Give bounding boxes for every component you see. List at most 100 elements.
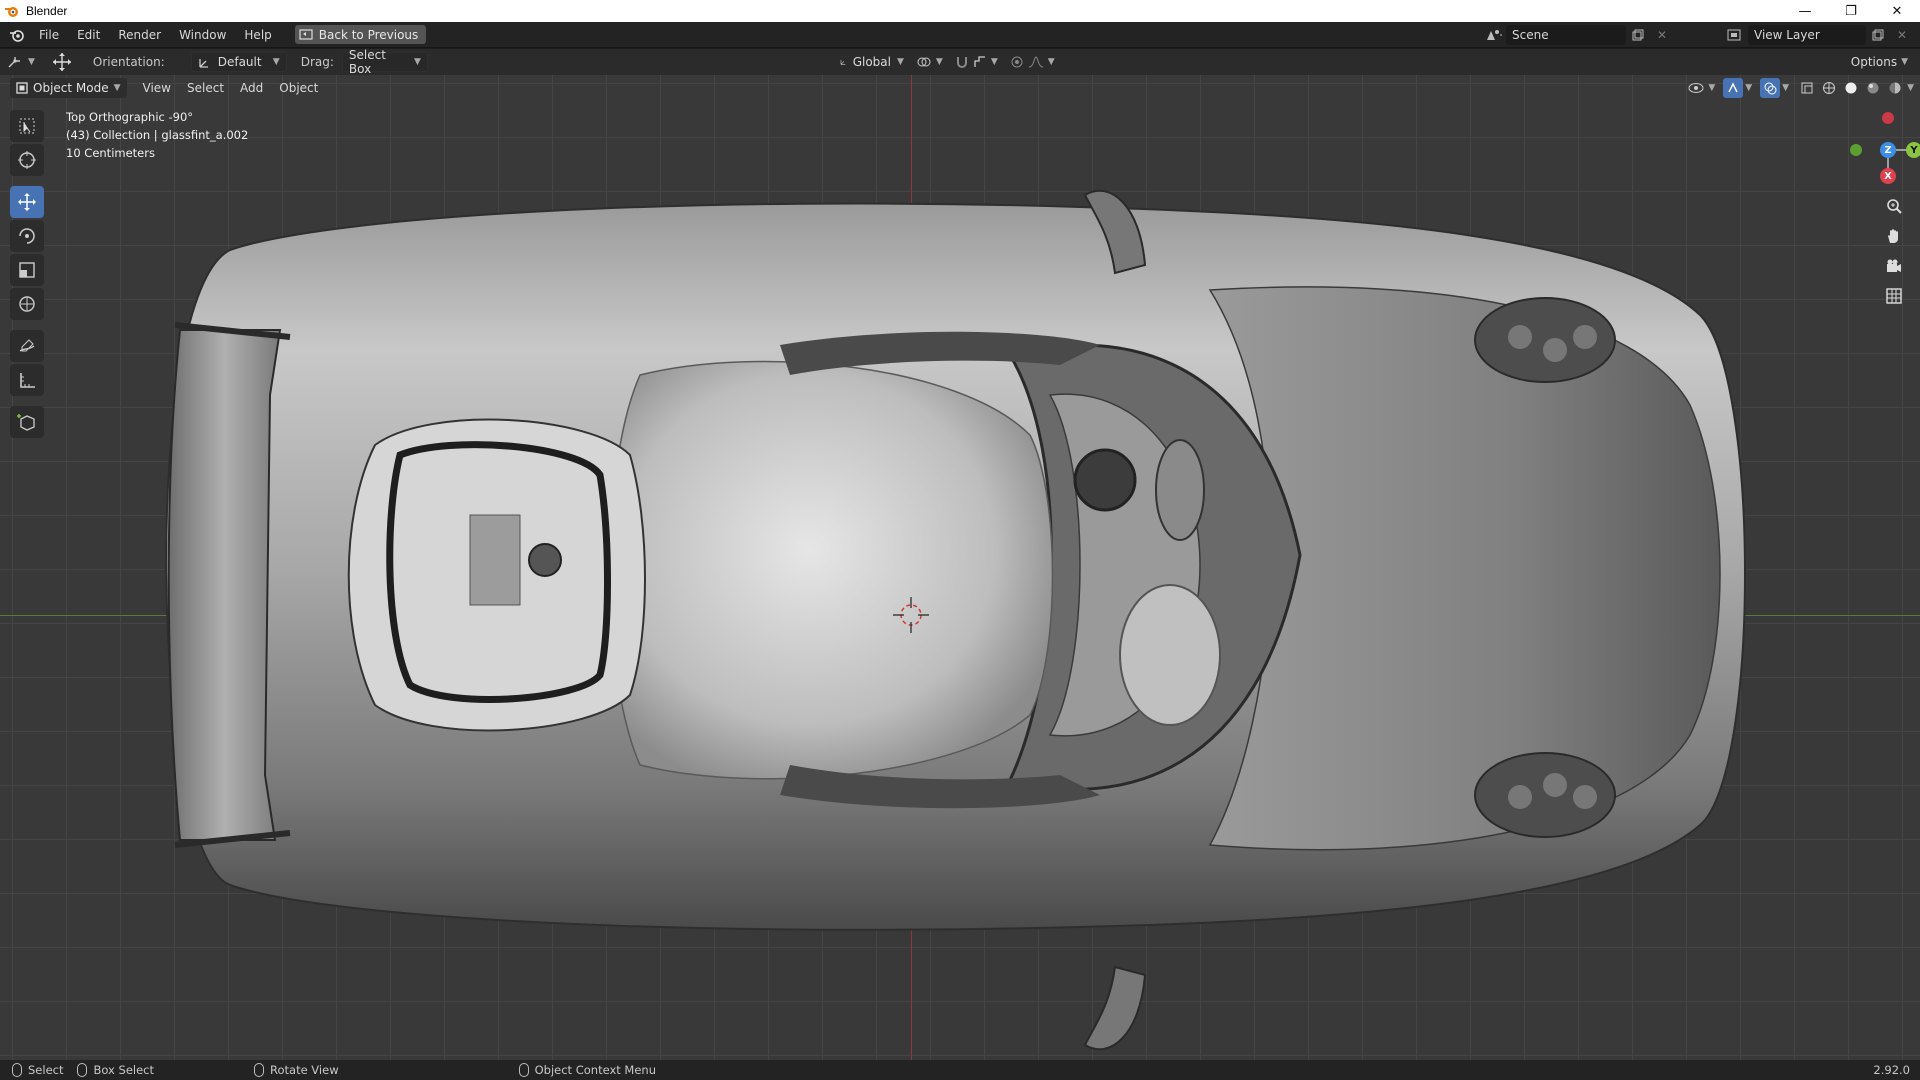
menu-select[interactable]: Select bbox=[179, 81, 232, 95]
chevron-down-icon: ▼ bbox=[413, 57, 421, 67]
magnet-icon bbox=[956, 57, 967, 68]
status-rotate-label: Rotate View bbox=[270, 1063, 339, 1077]
scene-name-field[interactable]: Scene bbox=[1506, 25, 1626, 45]
pivot-point-dropdown[interactable]: ▼ bbox=[910, 52, 949, 72]
navigation-gizmo-area: Z Y X bbox=[1820, 100, 1920, 320]
camera-view-button[interactable] bbox=[1880, 252, 1908, 280]
add-cube-tool[interactable] bbox=[10, 406, 44, 438]
menu-help[interactable]: Help bbox=[235, 22, 280, 48]
menu-window[interactable]: Window bbox=[170, 22, 235, 48]
rotate-tool[interactable] bbox=[10, 220, 44, 252]
camera-icon bbox=[1887, 259, 1901, 272]
viewport-info-overlay: Top Orthographic -90° (43) Collection | … bbox=[66, 108, 248, 162]
select-box-tool[interactable] bbox=[10, 110, 44, 142]
grid-icon bbox=[1886, 288, 1902, 304]
blender-app-icon bbox=[5, 7, 18, 17]
falloff-curve-icon bbox=[1028, 56, 1043, 68]
new-view-layer-icon[interactable] bbox=[1866, 25, 1890, 45]
transform-orientation-value: Global bbox=[852, 55, 891, 69]
restore-button[interactable]: ❐ bbox=[1828, 0, 1874, 22]
car-model[interactable] bbox=[0, 75, 1920, 1060]
status-bar: Select Box Select Rotate View Object Con… bbox=[0, 1060, 1920, 1080]
orientation-label: Orientation: bbox=[92, 55, 165, 69]
transform-orientation-dropdown[interactable]: Global ▼ bbox=[834, 52, 910, 72]
menu-add[interactable]: Add bbox=[232, 81, 271, 95]
menu-render[interactable]: Render bbox=[109, 22, 170, 48]
scale-icon bbox=[19, 262, 35, 278]
magnifier-icon bbox=[1887, 199, 1902, 214]
drag-value: Select Box bbox=[348, 48, 386, 76]
menu-view[interactable]: View bbox=[135, 81, 179, 95]
chevron-down-icon[interactable]: ▼ bbox=[1782, 83, 1789, 93]
options-dropdown[interactable]: Options ▼ bbox=[1845, 52, 1914, 72]
view-layer-field[interactable]: View Layer bbox=[1748, 25, 1866, 45]
gizmo-z-axis[interactable]: Z bbox=[1880, 142, 1896, 158]
blender-menu-icon[interactable] bbox=[4, 22, 30, 48]
gizmo-y-axis[interactable]: Y bbox=[1906, 142, 1920, 158]
pan-view-button[interactable] bbox=[1880, 222, 1908, 250]
chevron-down-icon: ▼ bbox=[896, 57, 904, 67]
status-select-label: Select bbox=[28, 1063, 64, 1077]
back-to-previous-button[interactable]: Back to Previous bbox=[294, 25, 427, 44]
measure-tool[interactable] bbox=[10, 364, 44, 396]
overlays-toggle-icon[interactable] bbox=[1760, 78, 1781, 98]
gizmo-x-axis[interactable]: X bbox=[1880, 168, 1896, 184]
mouse-middle-icon bbox=[254, 1063, 264, 1077]
scene-selector-icon[interactable] bbox=[1482, 25, 1506, 45]
cursor-tool[interactable] bbox=[10, 144, 44, 176]
menu-edit[interactable]: Edit bbox=[68, 22, 109, 48]
object-mode-icon bbox=[16, 82, 28, 94]
move-tool-icon bbox=[52, 53, 71, 71]
tool-settings-header: ▼ Orientation: Default ▼ Drag: Select Bo… bbox=[0, 48, 1920, 76]
xray-toggle-icon[interactable] bbox=[1797, 78, 1817, 98]
transform-tool-icon-wrap[interactable] bbox=[45, 52, 79, 72]
proportional-editing-toggle[interactable]: ▼ bbox=[1004, 52, 1061, 72]
menu-object[interactable]: Object bbox=[271, 81, 326, 95]
status-box-select-label: Box Select bbox=[93, 1063, 154, 1077]
mouse-drag-icon bbox=[77, 1063, 88, 1077]
close-window-button[interactable]: ✕ bbox=[1874, 0, 1920, 22]
view-layer-icon[interactable] bbox=[1724, 25, 1748, 45]
rendered-shading-icon[interactable] bbox=[1885, 78, 1905, 98]
object-mode-dropdown[interactable]: Object Mode ▼ bbox=[10, 78, 127, 98]
chevron-down-icon: ▼ bbox=[1047, 57, 1055, 67]
wireframe-shading-icon[interactable] bbox=[1819, 78, 1839, 98]
chevron-down-icon[interactable]: ▼ bbox=[1745, 83, 1752, 93]
3d-viewport[interactable]: Top Orthographic -90° (43) Collection | … bbox=[0, 75, 1920, 1060]
editor-type-icon bbox=[8, 57, 20, 68]
orientation-dropdown[interactable]: Default ▼ bbox=[190, 52, 287, 72]
menu-file[interactable]: File bbox=[30, 22, 68, 48]
chevron-down-icon: ▼ bbox=[113, 83, 121, 93]
window-title: Blender bbox=[26, 4, 68, 18]
minimize-button[interactable]: — bbox=[1782, 0, 1828, 22]
delete-view-layer-icon[interactable]: ✕ bbox=[1890, 25, 1914, 45]
transform-tool[interactable] bbox=[10, 288, 44, 320]
solid-shading-icon[interactable] bbox=[1841, 78, 1861, 98]
crosshair-icon bbox=[18, 151, 36, 169]
chevron-down-icon: ▼ bbox=[1901, 57, 1908, 67]
drag-label: Drag: bbox=[300, 55, 334, 69]
chevron-down-icon[interactable]: ▼ bbox=[1708, 83, 1715, 93]
orientation-value: Default bbox=[217, 55, 262, 69]
move-tool[interactable] bbox=[10, 186, 44, 218]
top-menu-bar: File Edit Render Window Help Back to Pre… bbox=[0, 22, 1920, 48]
window-titlebar: Blender — ❐ ✕ bbox=[0, 0, 1920, 22]
chevron-down-icon[interactable]: ▼ bbox=[1907, 83, 1914, 93]
options-label: Options bbox=[1850, 55, 1898, 69]
drag-dropdown[interactable]: Select Box ▼ bbox=[341, 48, 428, 76]
new-scene-icon[interactable] bbox=[1626, 25, 1650, 45]
toggle-perspective-button[interactable] bbox=[1880, 282, 1908, 310]
delete-scene-icon[interactable]: ✕ bbox=[1650, 25, 1674, 45]
gizmo-toggle-icon[interactable] bbox=[1723, 78, 1744, 98]
material-shading-icon[interactable] bbox=[1863, 78, 1883, 98]
visibility-icon[interactable] bbox=[1686, 78, 1706, 98]
annotate-tool[interactable] bbox=[10, 330, 44, 362]
status-context-label: Object Context Menu bbox=[534, 1063, 656, 1077]
status-box-select: Box Select bbox=[77, 1063, 154, 1077]
mouse-right-icon bbox=[518, 1063, 529, 1077]
global-axis-icon bbox=[840, 60, 846, 65]
scale-tool[interactable] bbox=[10, 254, 44, 286]
editor-type-dropdown[interactable]: ▼ bbox=[0, 52, 41, 72]
snap-toggle[interactable]: ▼ bbox=[949, 52, 1004, 72]
zoom-view-button[interactable] bbox=[1880, 192, 1908, 220]
